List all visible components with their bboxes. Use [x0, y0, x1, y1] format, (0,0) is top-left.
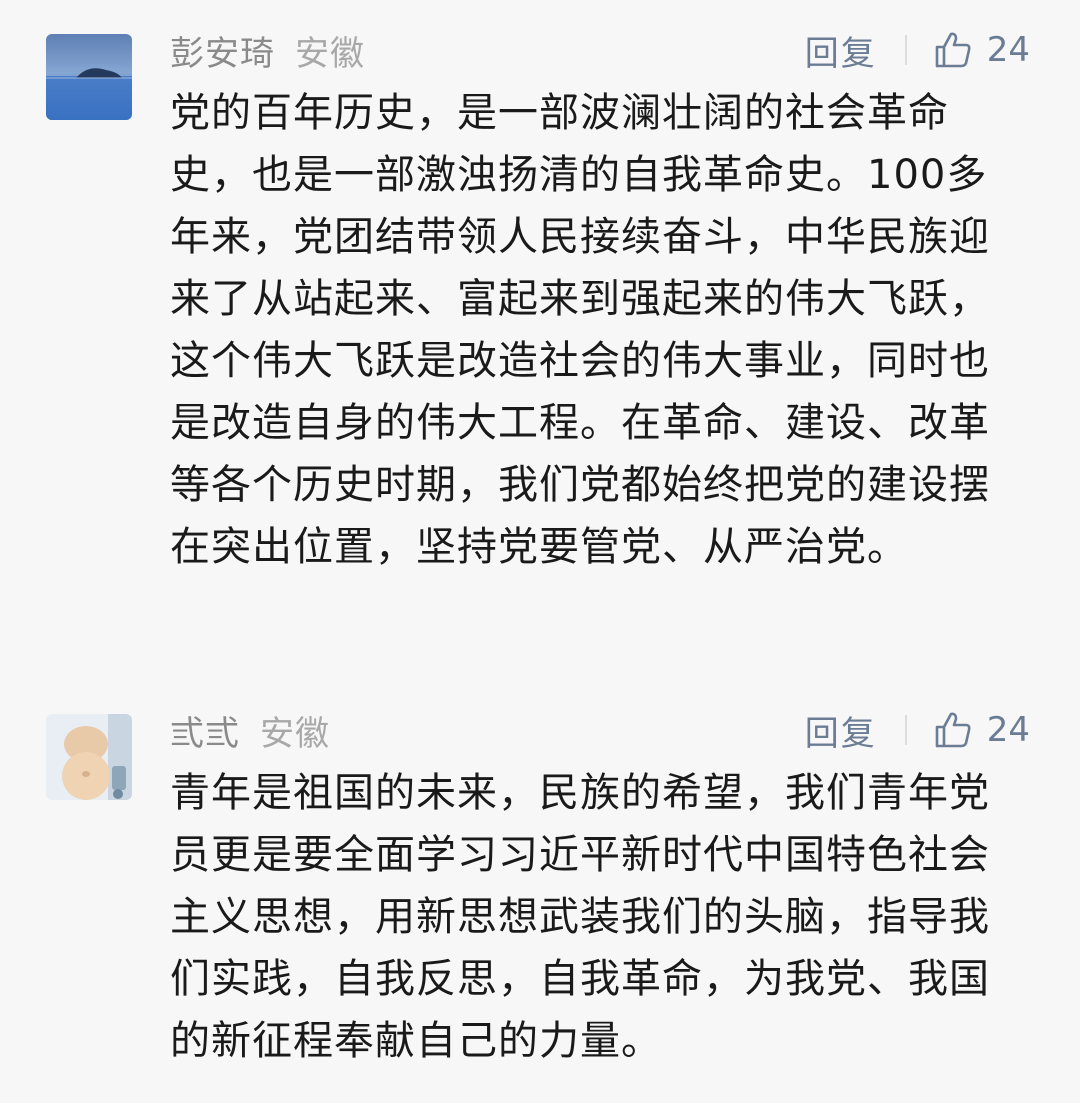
commenter-name[interactable]: 弎弎	[170, 706, 240, 755]
like-count: 24	[986, 710, 1030, 750]
action-divider	[904, 35, 907, 65]
thumbs-up-icon	[935, 32, 971, 68]
avatar-lake-image	[46, 34, 132, 120]
comment-header: 彭安琦 安徽 回复 24	[170, 22, 1030, 78]
avatar[interactable]	[46, 34, 132, 120]
comment-actions: 回复 24	[805, 26, 1030, 75]
like-count: 24	[986, 30, 1030, 70]
commenter-name[interactable]: 彭安琦	[170, 26, 275, 75]
reply-button[interactable]: 回复	[805, 26, 877, 75]
commenter-region: 安徽	[260, 713, 330, 754]
avatar[interactable]	[46, 714, 132, 800]
comment-header: 弎弎 安徽 回复 24	[170, 702, 1030, 758]
action-divider	[904, 715, 907, 745]
comment-text: 党的百年历史，是一部波澜壮阔的社会革命史，也是一部激浊扬清的自我革命史。100多…	[170, 90, 990, 570]
reply-button[interactable]: 回复	[805, 706, 877, 755]
avatar-bear-image	[46, 714, 132, 800]
like-button[interactable]: 24	[933, 30, 1030, 70]
comment-actions: 回复 24	[805, 706, 1030, 755]
like-button[interactable]: 24	[933, 710, 1030, 750]
thumbs-up-icon	[935, 712, 971, 748]
commenter-region: 安徽	[295, 33, 365, 74]
comment-text: 青年是祖国的未来，民族的希望，我们青年党员更是要全面学习习近平新时代中国特色社会…	[170, 770, 990, 1064]
comments-page: { "comments": [ { "name": "彭安琦", "region…	[0, 0, 1080, 1103]
